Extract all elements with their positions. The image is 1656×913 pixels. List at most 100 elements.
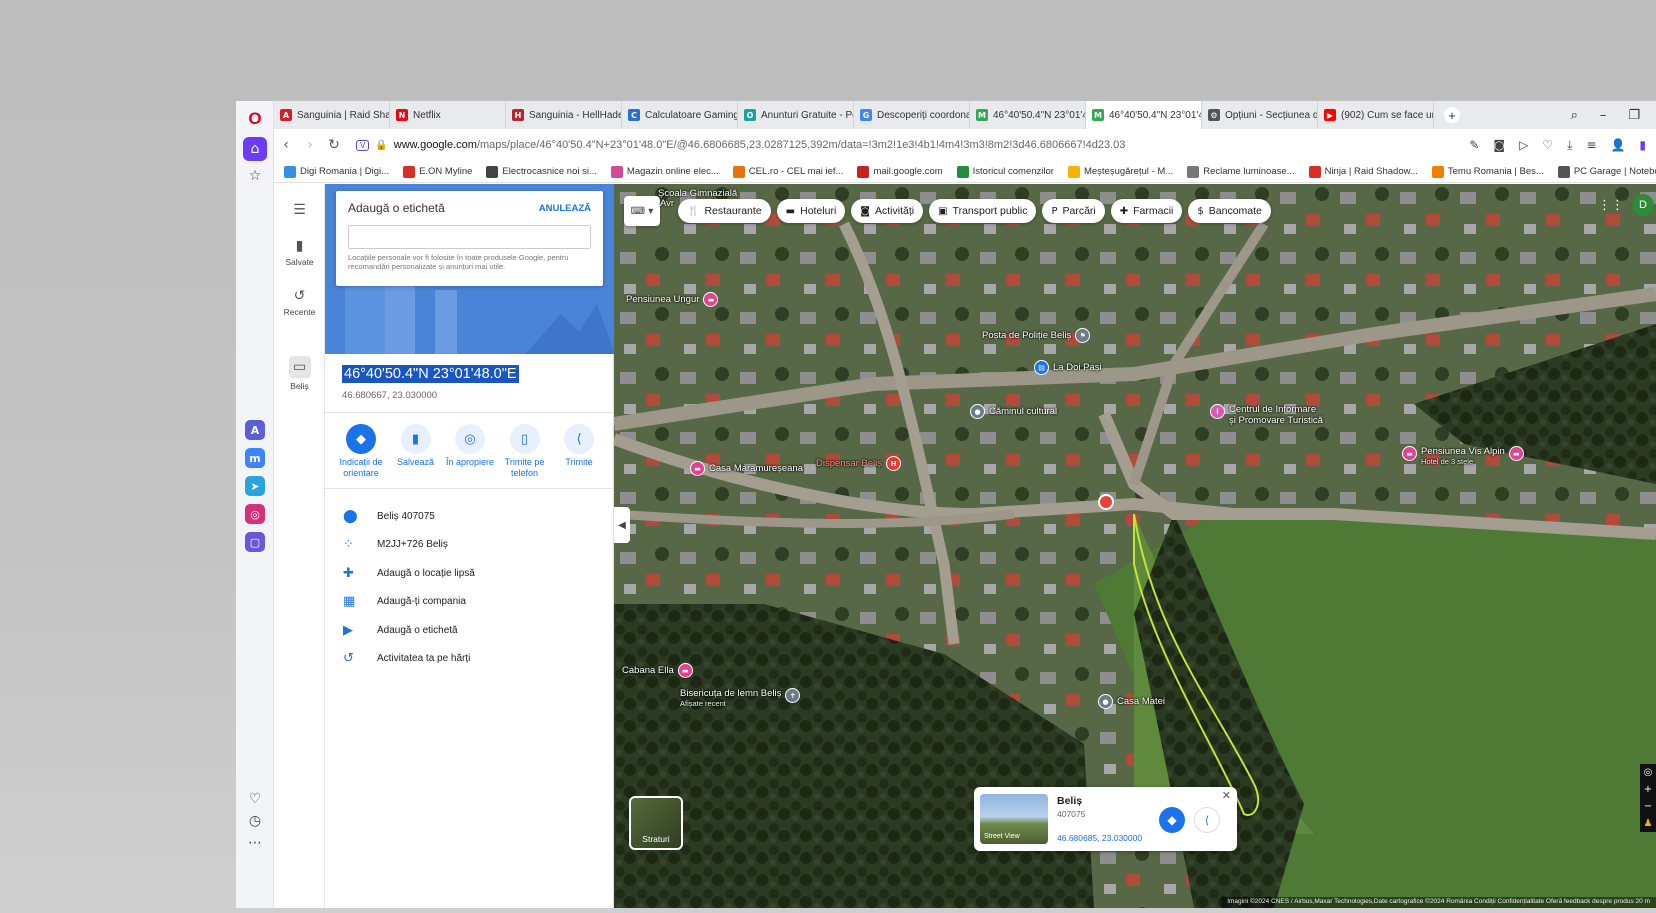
- heart-bookmark-icon[interactable]: ♡: [1542, 138, 1553, 153]
- poi-caminul[interactable]: ● Căminul cultural: [970, 404, 1057, 419]
- history-icon[interactable]: ◷: [243, 809, 267, 833]
- bookmark-item[interactable]: mail.google.com: [857, 165, 943, 178]
- bookmark-item[interactable]: Temu Romania | Bes...: [1431, 165, 1544, 178]
- poi-casa-matei[interactable]: ● Casa Matei: [1098, 694, 1165, 709]
- action-button[interactable]: ◎ În apropiere: [444, 424, 496, 479]
- poi-posta[interactable]: Poșta de Poliție Beliș ⚑: [982, 328, 1091, 343]
- maximize-icon[interactable]: ❐: [1628, 108, 1640, 123]
- info-row[interactable]: ✚ Adaugă o locație lipsă: [325, 559, 614, 588]
- info-row[interactable]: ▶ Adaugă o etichetă: [325, 616, 614, 645]
- camera-icon[interactable]: ◙: [1493, 138, 1505, 153]
- share-icon[interactable]: ⟨: [1194, 807, 1220, 833]
- street-view-card[interactable]: Street View Beliș 407075 46.680685, 23.0…: [974, 787, 1237, 851]
- category-chip[interactable]: ✚ Farmacii: [1110, 199, 1183, 223]
- search-tabs-icon[interactable]: ⌕: [1571, 108, 1578, 123]
- home-icon[interactable]: ⌂: [243, 137, 267, 161]
- forward-icon[interactable]: ›: [298, 137, 322, 153]
- play-icon[interactable]: ▷: [1519, 138, 1528, 153]
- satellite-map[interactable]: ⌨ ▾ 🍴 Restaurante ▬ Hoteluri ◙ Activități ▣ Tra…: [614, 184, 1656, 908]
- pegman-icon[interactable]: ♟: [1640, 815, 1656, 832]
- category-chip[interactable]: P Parcări: [1042, 199, 1105, 223]
- action-button[interactable]: ▮ Salvează: [390, 424, 442, 479]
- recent-button[interactable]: ↺ Recente: [274, 288, 325, 317]
- messenger-icon[interactable]: m: [245, 448, 265, 468]
- category-chip[interactable]: ▣ Transport public: [929, 199, 1037, 223]
- browser-tab[interactable]: ⚙ Opțiuni - Secțiunea despr: [1202, 101, 1318, 129]
- category-chip[interactable]: ▬ Hoteluri: [776, 199, 846, 223]
- back-icon[interactable]: ‹: [274, 137, 298, 153]
- browser-tab[interactable]: ▶ (902) Cum se face un pic: [1318, 101, 1434, 129]
- browser-tab[interactable]: C Calculatoare Gaming Ref: [622, 101, 738, 129]
- poi-dispensar[interactable]: Dispensar Beliș H: [816, 456, 901, 471]
- recent-place-belis[interactable]: ▭ Beliș: [274, 356, 325, 391]
- directions-icon[interactable]: ◆: [1159, 807, 1185, 833]
- bookmark-item[interactable]: Digi Romania | Digi...: [284, 165, 389, 178]
- category-chip[interactable]: $ Bancomate: [1188, 199, 1271, 223]
- keyboard-toggle[interactable]: ⌨ ▾: [624, 196, 660, 226]
- sv-coords[interactable]: 46.680685, 23.030000: [1057, 833, 1142, 843]
- zoom-in-button[interactable]: +: [1640, 781, 1656, 798]
- discord-icon[interactable]: ▢: [245, 532, 265, 552]
- bookmark-item[interactable]: Meșteșugărețul - M...: [1067, 165, 1173, 178]
- info-row[interactable]: ⁘ M2JJ+726 Beliș: [325, 531, 614, 560]
- reload-icon[interactable]: ↻: [322, 137, 346, 153]
- menu-icon[interactable]: ≡: [1586, 138, 1596, 153]
- opera-logo[interactable]: O: [245, 109, 265, 129]
- poi-biserica[interactable]: Bisericuța de lemn Beliș Afișate recent ✝: [680, 688, 801, 708]
- bookmark-item[interactable]: CEL.ro - CEL mai ief...: [732, 165, 843, 178]
- info-row[interactable]: ↺ Activitatea ta pe hărți: [325, 645, 614, 674]
- close-icon[interactable]: ✕: [1222, 789, 1231, 802]
- action-button[interactable]: ⟨ Trimite: [553, 424, 605, 479]
- profile-icon[interactable]: 👤: [1610, 138, 1625, 153]
- vpn-badge[interactable]: V: [356, 139, 370, 151]
- avatar[interactable]: D: [1632, 194, 1654, 216]
- browser-tab[interactable]: O Anunturi Gratuite - Posta: [738, 101, 854, 129]
- poi-pensiunea-vis[interactable]: ▬ Pensiunea Vis Alpin Hotel de 3 stele ▬: [1402, 446, 1524, 466]
- bookmark-item[interactable]: Magazin online elec...: [610, 165, 719, 178]
- edit-icon[interactable]: ✎: [1469, 138, 1479, 153]
- poi-cabana-ella[interactable]: Cabana Ella ▬: [622, 663, 693, 678]
- my-location-icon[interactable]: ◎: [1640, 764, 1656, 781]
- poi-centru[interactable]: i Centrul de Informare și Promovare Turist…: [1210, 404, 1323, 426]
- category-chip[interactable]: ◙ Activități: [851, 199, 924, 223]
- info-row[interactable]: ⬤ Beliș 407075: [325, 502, 614, 531]
- bookmark-item[interactable]: Reclame luminoase...: [1187, 165, 1295, 178]
- browser-tab[interactable]: M 46°40'50.4"N 23°01'48.0"E: [1086, 101, 1202, 129]
- heart-icon[interactable]: ♡: [243, 787, 267, 811]
- download-icon[interactable]: ⤓: [1567, 138, 1572, 153]
- aria-app-icon[interactable]: A: [245, 420, 265, 440]
- browser-tab[interactable]: G Descoperiți coordonatele: [854, 101, 970, 129]
- action-button[interactable]: ▯ Trimite pe telefon: [499, 424, 551, 479]
- collapse-panel-button[interactable]: ◀: [614, 507, 630, 543]
- extension-icon[interactable]: ▮: [1639, 138, 1646, 153]
- instagram-icon[interactable]: ◎: [245, 504, 265, 524]
- bookmark-item[interactable]: Electrocasnice noi si...: [486, 165, 597, 178]
- bookmark-item[interactable]: Ninja | Raid Shadow...: [1308, 165, 1418, 178]
- apps-grid-icon[interactable]: ⋮⋮: [1598, 198, 1624, 213]
- browser-tab[interactable]: M 46°40'50.4"N 23°01'48.0"E: [970, 101, 1086, 129]
- more-icon[interactable]: ⋯: [243, 831, 267, 855]
- telegram-icon[interactable]: ➤: [245, 476, 265, 496]
- browser-tab[interactable]: N Netflix: [390, 101, 506, 129]
- zoom-out-button[interactable]: −: [1640, 798, 1656, 815]
- category-chip[interactable]: 🍴 Restaurante: [678, 199, 771, 223]
- street-view-thumbnail[interactable]: Street View: [980, 794, 1048, 844]
- browser-tab[interactable]: H Sanguinia - HellHades - I: [506, 101, 622, 129]
- poi-casa-maramureseana[interactable]: ▬ Casa Maramureșeana: [690, 461, 803, 476]
- saved-button[interactable]: ▮ Salvate: [274, 238, 325, 267]
- poi-la-doi-pasi[interactable]: ▤ La Doi Pași: [1034, 360, 1102, 375]
- browser-tab[interactable]: A Sanguinia | Raid Shadow: [274, 101, 390, 129]
- minimize-icon[interactable]: –: [1600, 108, 1607, 123]
- menu-button[interactable]: ☰: [274, 202, 325, 221]
- bookmark-item[interactable]: Istoricul comenzilor: [956, 165, 1054, 178]
- layers-button[interactable]: Straturi: [629, 796, 683, 850]
- cancel-button[interactable]: ANULEAZĂ: [539, 203, 591, 214]
- new-tab-button[interactable]: +: [1444, 107, 1460, 123]
- action-button[interactable]: ◆ Indicații de orientare: [335, 424, 387, 479]
- label-input[interactable]: [348, 225, 591, 249]
- star-icon[interactable]: ☆: [243, 164, 267, 188]
- bookmark-item[interactable]: PC Garage | Notebo...: [1557, 165, 1656, 178]
- poi-school-2[interactable]: Avr: [660, 198, 674, 209]
- bookmark-item[interactable]: E.ON Myline: [403, 165, 472, 178]
- url-field[interactable]: V 🔒 www.google.com/maps/place/46°40'50.4…: [356, 139, 1125, 151]
